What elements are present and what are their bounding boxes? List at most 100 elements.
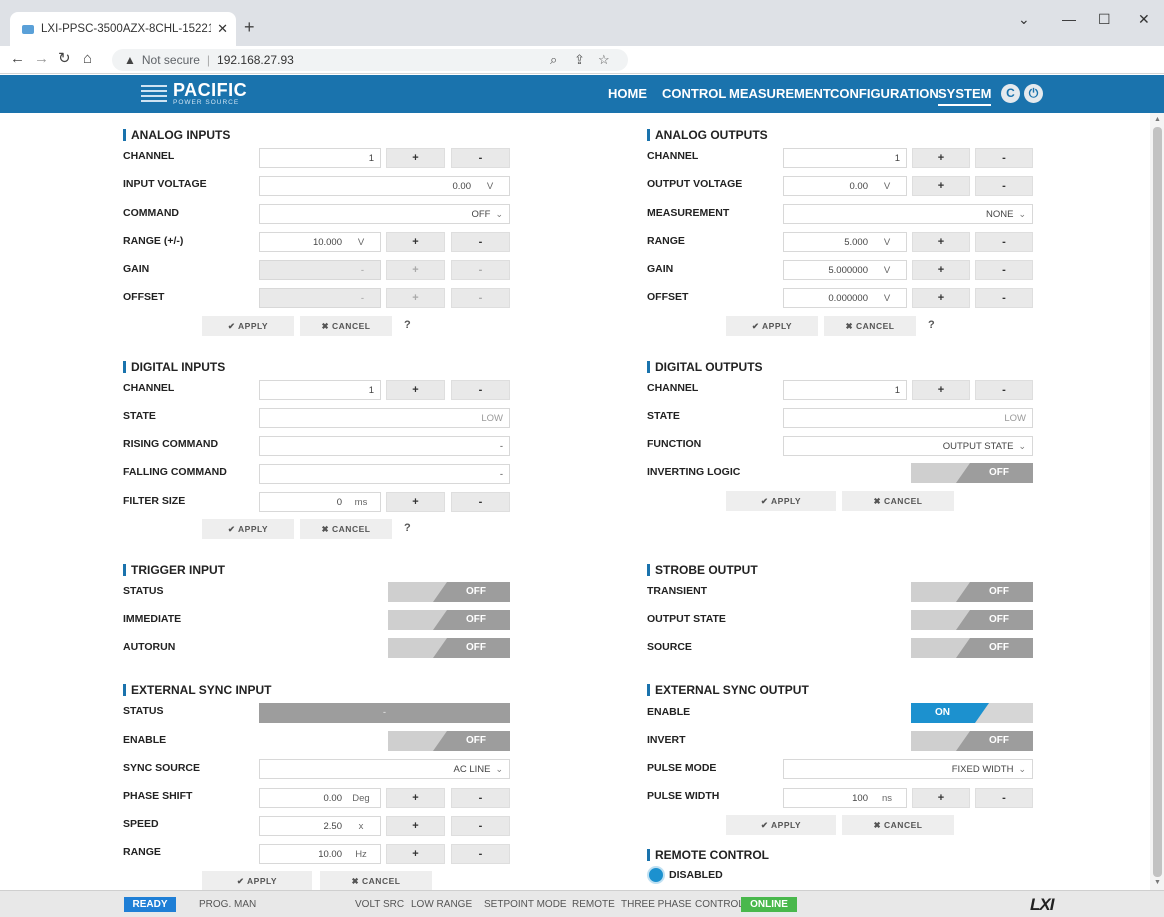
- esi-phase-minus-button[interactable]: -: [451, 788, 510, 808]
- di-falling-input[interactable]: -: [259, 464, 510, 484]
- ai-offset-plus-button[interactable]: +: [386, 288, 445, 308]
- esi-range-plus-button[interactable]: +: [386, 844, 445, 864]
- do-inverting-toggle[interactable]: OFF: [911, 463, 1033, 483]
- nav-configuration[interactable]: CONFIGURATION: [830, 86, 939, 102]
- browser-tab[interactable]: LXI-PPSC-3500AZX-8CHL-15221 ✕: [10, 12, 236, 46]
- ai-gain-plus-button[interactable]: +: [386, 260, 445, 280]
- di-filter-minus-button[interactable]: -: [451, 492, 510, 512]
- so-output-state-toggle[interactable]: OFF: [911, 610, 1033, 630]
- forward-icon[interactable]: →: [34, 51, 49, 67]
- eso-pulse-width-plus-button[interactable]: +: [912, 788, 970, 808]
- do-channel-input[interactable]: 1: [783, 380, 907, 400]
- tab-search-icon[interactable]: ⌄: [1018, 12, 1030, 26]
- ao-output-voltage-input[interactable]: 0.00 V: [783, 176, 907, 196]
- ao-apply-button[interactable]: ✔ APPLY: [726, 316, 818, 336]
- ao-output-voltage-plus-button[interactable]: +: [912, 176, 970, 196]
- di-channel-minus-button[interactable]: -: [451, 380, 510, 400]
- home-icon[interactable]: ⌂: [83, 51, 92, 67]
- ao-offset-minus-button[interactable]: -: [975, 288, 1033, 308]
- scroll-up-icon[interactable]: ▲: [1154, 116, 1161, 123]
- ai-offset-minus-button[interactable]: -: [451, 288, 510, 308]
- address-bar[interactable]: ▲ Not secure | 192.168.27.93 ⌕ ⇪ ☆: [112, 49, 628, 71]
- eso-pulse-mode-select[interactable]: FIXED WIDTH ⌄: [783, 759, 1033, 779]
- esi-enable-toggle[interactable]: OFF: [388, 731, 510, 751]
- ai-help-icon[interactable]: ?: [404, 319, 411, 331]
- ai-command-select[interactable]: OFF ⌄: [259, 204, 510, 224]
- di-filter-input[interactable]: 0 ms: [259, 492, 381, 512]
- nav-system[interactable]: SYSTEM: [938, 86, 992, 106]
- do-function-select[interactable]: OUTPUT STATE ⌄: [783, 436, 1033, 456]
- close-tab-icon[interactable]: ✕: [217, 21, 228, 37]
- maximize-button[interactable]: ☐: [1098, 12, 1111, 26]
- eso-cancel-button[interactable]: ✖ CANCEL: [842, 815, 954, 835]
- ai-channel-input[interactable]: 1: [259, 148, 381, 168]
- ao-output-voltage-minus-button[interactable]: -: [975, 176, 1033, 196]
- ao-range-input[interactable]: 5.000 V: [783, 232, 907, 252]
- scrollbar-thumb[interactable]: [1153, 127, 1162, 877]
- minimize-button[interactable]: —: [1062, 12, 1076, 26]
- ti-autorun-toggle[interactable]: OFF: [388, 638, 510, 658]
- close-window-button[interactable]: ✕: [1138, 12, 1150, 26]
- di-apply-button[interactable]: ✔ APPLY: [202, 519, 294, 539]
- reload-icon[interactable]: ↻: [58, 51, 71, 67]
- esi-speed-plus-button[interactable]: +: [386, 816, 445, 836]
- eso-invert-toggle[interactable]: OFF: [911, 731, 1033, 751]
- di-rising-input[interactable]: -: [259, 436, 510, 456]
- eso-pulse-width-input[interactable]: 100 ns: [783, 788, 907, 808]
- esi-source-select[interactable]: AC LINE ⌄: [259, 759, 510, 779]
- power-icon[interactable]: ⏻: [1024, 84, 1043, 103]
- esi-apply-button[interactable]: ✔ APPLY: [202, 871, 312, 890]
- bookmark-star-icon[interactable]: ☆: [598, 52, 610, 68]
- ai-channel-minus-button[interactable]: -: [451, 148, 510, 168]
- ao-gain-plus-button[interactable]: +: [912, 260, 970, 280]
- local-mode-icon[interactable]: C: [1001, 84, 1020, 103]
- ai-range-plus-button[interactable]: +: [386, 232, 445, 252]
- eso-pulse-width-minus-button[interactable]: -: [975, 788, 1033, 808]
- di-channel-input[interactable]: 1: [259, 380, 381, 400]
- ao-range-plus-button[interactable]: +: [912, 232, 970, 252]
- ai-range-input[interactable]: 10.000 V: [259, 232, 381, 252]
- ao-measurement-select[interactable]: NONE ⌄: [783, 204, 1033, 224]
- nav-control[interactable]: CONTROL: [662, 86, 726, 102]
- ao-channel-minus-button[interactable]: -: [975, 148, 1033, 168]
- esi-phase-input[interactable]: 0.00 Deg: [259, 788, 381, 808]
- new-tab-button[interactable]: +: [244, 18, 255, 36]
- so-transient-toggle[interactable]: OFF: [911, 582, 1033, 602]
- ti-immediate-toggle[interactable]: OFF: [388, 610, 510, 630]
- back-icon[interactable]: ←: [10, 51, 25, 67]
- zoom-icon[interactable]: ⌕: [550, 52, 557, 68]
- di-filter-plus-button[interactable]: +: [386, 492, 445, 512]
- ai-gain-minus-button[interactable]: -: [451, 260, 510, 280]
- esi-speed-input[interactable]: 2.50 x: [259, 816, 381, 836]
- nav-measurement[interactable]: MEASUREMENT: [729, 86, 831, 102]
- ao-cancel-button[interactable]: ✖ CANCEL: [824, 316, 916, 336]
- ai-gain-input[interactable]: -: [259, 260, 381, 280]
- di-help-icon[interactable]: ?: [404, 522, 411, 534]
- share-icon[interactable]: ⇪: [574, 52, 585, 68]
- di-cancel-button[interactable]: ✖ CANCEL: [300, 519, 392, 539]
- ao-gain-minus-button[interactable]: -: [975, 260, 1033, 280]
- do-cancel-button[interactable]: ✖ CANCEL: [842, 491, 954, 511]
- ao-offset-plus-button[interactable]: +: [912, 288, 970, 308]
- ai-range-minus-button[interactable]: -: [451, 232, 510, 252]
- ao-channel-input[interactable]: 1: [783, 148, 907, 168]
- do-apply-button[interactable]: ✔ APPLY: [726, 491, 836, 511]
- scroll-down-icon[interactable]: ▼: [1154, 879, 1161, 886]
- ao-gain-input[interactable]: 5.000000 V: [783, 260, 907, 280]
- ai-apply-button[interactable]: ✔ APPLY: [202, 316, 294, 336]
- ti-status-toggle[interactable]: OFF: [388, 582, 510, 602]
- nav-home[interactable]: HOME: [608, 86, 647, 102]
- page-scrollbar[interactable]: ▲ ▼: [1150, 113, 1164, 890]
- remote-control-radio[interactable]: [647, 866, 665, 884]
- so-source-toggle[interactable]: OFF: [911, 638, 1033, 658]
- esi-range-input[interactable]: 10.00 Hz: [259, 844, 381, 864]
- do-channel-minus-button[interactable]: -: [975, 380, 1033, 400]
- esi-range-minus-button[interactable]: -: [451, 844, 510, 864]
- eso-apply-button[interactable]: ✔ APPLY: [726, 815, 836, 835]
- ai-offset-input[interactable]: -: [259, 288, 381, 308]
- ao-help-icon[interactable]: ?: [928, 319, 935, 331]
- esi-cancel-button[interactable]: ✖ CANCEL: [320, 871, 432, 890]
- esi-phase-plus-button[interactable]: +: [386, 788, 445, 808]
- di-channel-plus-button[interactable]: +: [386, 380, 445, 400]
- ao-offset-input[interactable]: 0.000000 V: [783, 288, 907, 308]
